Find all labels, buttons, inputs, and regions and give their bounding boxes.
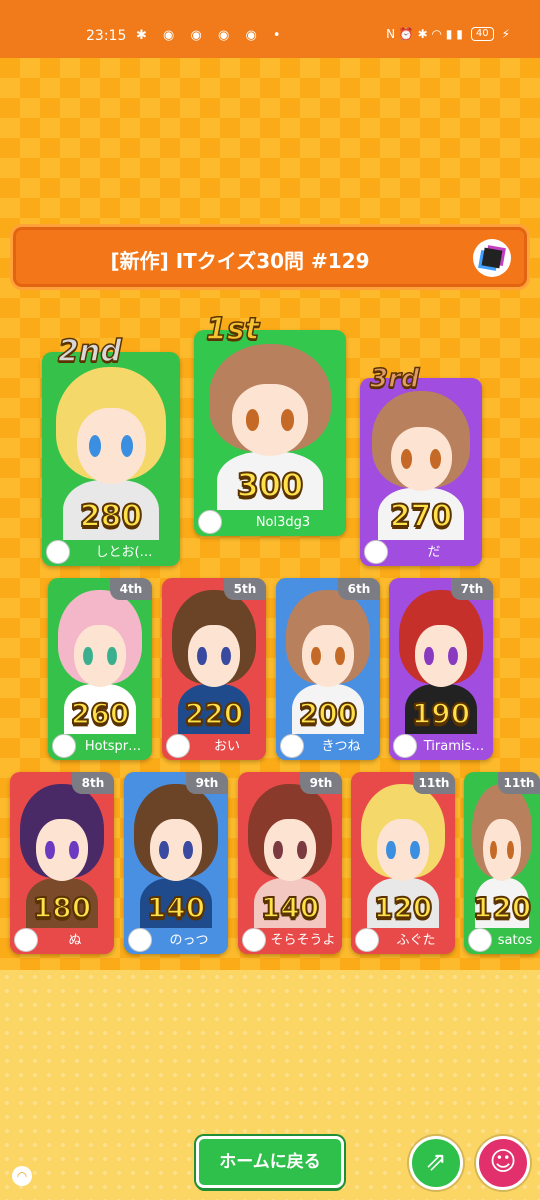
rank-label: 8th	[72, 772, 114, 794]
profile-button[interactable]: ☺	[476, 1136, 530, 1190]
character-face	[188, 624, 240, 688]
player-card[interactable]: 140 そらそうよ 9th	[238, 772, 342, 954]
quiz-title: [新作] ITクイズ30問 #129	[110, 249, 370, 273]
player-avatar	[128, 928, 152, 952]
character-eye	[159, 840, 169, 860]
character-eye	[335, 646, 345, 666]
player-card[interactable]: 190 Tiramis… 7th	[389, 578, 493, 760]
player-score: 180	[32, 890, 92, 925]
player-avatar	[355, 928, 379, 952]
player-score: 270	[389, 498, 454, 535]
quiz-title-bar: [新作] ITクイズ30問 #129	[10, 224, 530, 290]
player-avatar	[280, 734, 304, 758]
player-card[interactable]: 180 ぬ 8th	[10, 772, 114, 954]
system-status-icons: N ⏰ ✱ ◠ ▮ ▮	[386, 27, 463, 41]
character-face	[74, 624, 126, 688]
character-eye	[386, 840, 396, 860]
character-face	[150, 818, 202, 882]
character-eye	[489, 840, 497, 860]
player-score: 260	[70, 696, 130, 731]
battery-icon: 40	[470, 27, 494, 41]
character-face	[377, 818, 429, 882]
player-score: 190	[411, 696, 471, 731]
character-face	[415, 624, 467, 688]
character-face	[302, 624, 354, 688]
player-score: 220	[184, 696, 244, 731]
player-avatar	[468, 928, 492, 952]
share-icon: ⇗	[425, 1147, 447, 1177]
character-eye	[410, 840, 420, 860]
character-eye	[120, 434, 134, 458]
character-eye	[221, 646, 231, 666]
home-button[interactable]: ホームに戻る	[196, 1136, 344, 1188]
player-score: 140	[146, 890, 206, 925]
smiley-icon: ☺	[489, 1147, 517, 1177]
quiz-category-icon[interactable]	[473, 239, 511, 277]
player-score: 140	[260, 890, 320, 925]
player-avatar	[393, 734, 417, 758]
player-card[interactable]: 120 ふぐた 11th	[351, 772, 455, 954]
character-eye	[183, 840, 193, 860]
character-face	[390, 426, 452, 492]
player-card[interactable]: 280 しとお(…	[42, 352, 180, 566]
rank-label: 11th	[413, 772, 455, 794]
character-eye	[83, 646, 93, 666]
character-eye	[197, 646, 207, 666]
rank-label: 9th	[300, 772, 342, 794]
cube-icon	[481, 247, 503, 269]
player-card[interactable]: 220 おい 5th	[162, 578, 266, 760]
player-avatar	[52, 734, 76, 758]
character-face	[483, 818, 521, 882]
podium-rank-badge: 3rd	[369, 363, 420, 395]
podium-rank-badge: 2nd	[57, 333, 122, 370]
rank-label: 5th	[224, 578, 266, 600]
player-score: 120	[373, 890, 433, 925]
player-avatar	[198, 510, 222, 534]
notification-icons: ✱ ◉ ◉ ◉ ◉ •	[136, 28, 287, 43]
share-button[interactable]: ⇗	[409, 1136, 463, 1190]
rank-label: 6th	[338, 578, 380, 600]
player-avatar	[166, 734, 190, 758]
rank-label: 4th	[110, 578, 152, 600]
player-avatar	[364, 540, 388, 564]
character-eye	[448, 646, 458, 666]
podium-rank-badge: 1st	[205, 311, 260, 348]
character-eye	[245, 409, 260, 431]
player-card[interactable]: 300 Nol3dg3	[194, 330, 346, 536]
charging-icon: ⚡	[501, 27, 510, 41]
character-eye	[69, 840, 79, 860]
character-eye	[297, 840, 307, 860]
character-eye	[429, 449, 441, 469]
status-time: 23:15	[86, 28, 127, 44]
character-eye	[424, 646, 434, 666]
character-eye	[273, 840, 283, 860]
character-eye	[107, 646, 117, 666]
player-score: 280	[79, 498, 144, 535]
character-eye	[45, 840, 55, 860]
character-face	[76, 408, 146, 484]
player-card[interactable]: 140 のっつ 9th	[124, 772, 228, 954]
character-eye	[280, 409, 295, 431]
character-face	[36, 818, 88, 882]
wifi-icon: ◠	[12, 1166, 32, 1186]
player-avatar	[14, 928, 38, 952]
rank-label: 9th	[186, 772, 228, 794]
player-avatar	[46, 540, 70, 564]
player-card[interactable]: 260 Hotspr… 4th	[48, 578, 152, 760]
player-avatar	[242, 928, 266, 952]
character-eye	[311, 646, 321, 666]
player-score: 120	[472, 890, 532, 925]
player-card[interactable]: 270 だ	[360, 378, 482, 566]
status-bar: 23:15 ✱ ◉ ◉ ◉ ◉ • N ⏰ ✱ ◠ ▮ ▮ 40 ⚡	[0, 0, 540, 58]
player-card[interactable]: 120 satos 11th	[464, 772, 540, 954]
player-score: 300	[236, 465, 305, 505]
rank-label: 11th	[498, 772, 540, 794]
rank-label: 7th	[451, 578, 493, 600]
player-score: 200	[298, 696, 358, 731]
character-face	[264, 818, 316, 882]
character-face	[232, 384, 308, 456]
system-icons: N ⏰ ✱ ◠ ▮ ▮ 40 ⚡	[386, 27, 510, 41]
player-card[interactable]: 200 きつね 6th	[276, 578, 380, 760]
